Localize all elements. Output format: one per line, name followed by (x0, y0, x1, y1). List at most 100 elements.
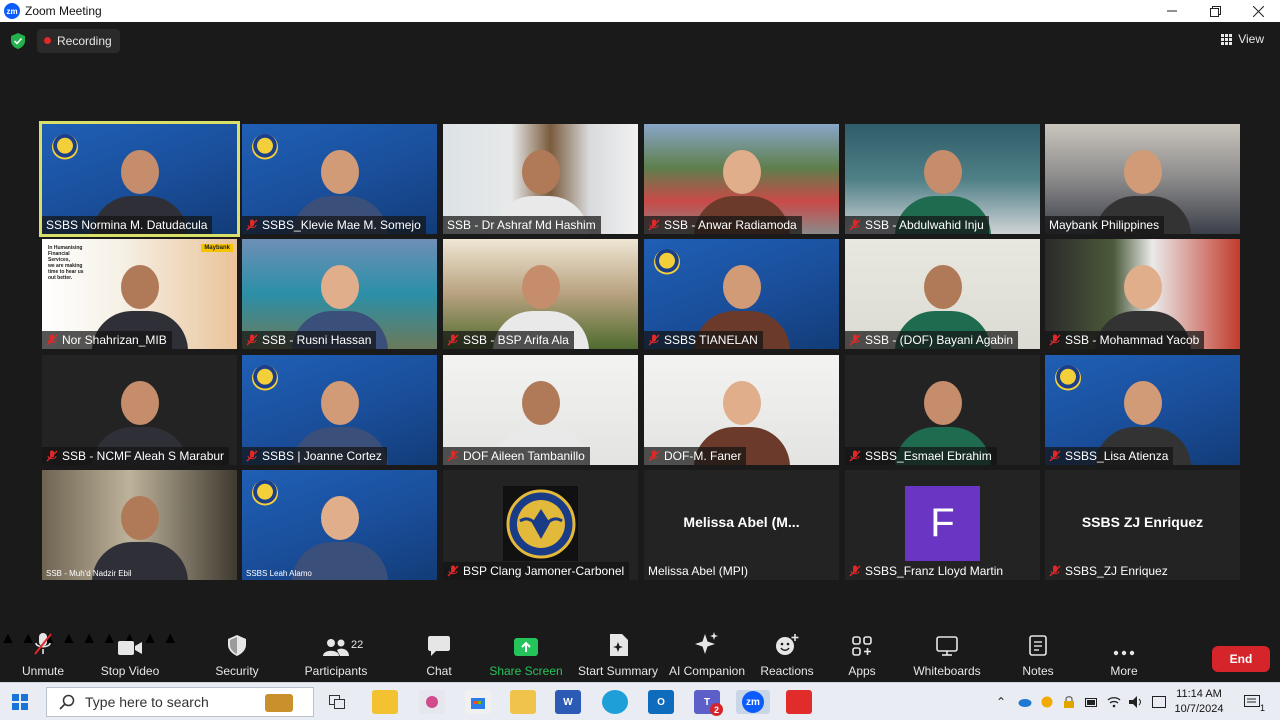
participant-name-label: SSBS_Klevie Mae M. Somejo (242, 216, 426, 234)
participant-name-label: SSBS_Esmael Ebrahim (845, 447, 997, 465)
participant-tile[interactable]: SSB - NCMF Aleah S Marabur (42, 355, 237, 465)
participant-name-label: Melissa Abel (MPI) (644, 562, 753, 580)
participant-tile[interactable]: DOF-M. Faner (644, 355, 839, 465)
participants-button[interactable]: Participants (304, 630, 368, 682)
muted-mic-icon (246, 450, 258, 462)
minimize-button[interactable] (1150, 0, 1194, 22)
grid-view-icon (1221, 33, 1233, 45)
participant-tile[interactable]: SSB - Mohammad Yacob (1045, 239, 1240, 349)
participant-tile[interactable]: BSP Clang Jamoner-Carbonel (443, 470, 638, 580)
participant-tile[interactable]: SSB - Muh'd Nadzir Ebil (42, 470, 237, 580)
audio-options-chevron-icon[interactable]: ▲ (0, 630, 16, 647)
notification-center-icon[interactable]: 1 (1243, 695, 1265, 713)
close-button[interactable] (1236, 0, 1280, 22)
onedrive-cloud-icon[interactable] (1018, 695, 1032, 709)
muted-mic-icon (447, 334, 459, 346)
ai-companion-button[interactable]: AI Companion (668, 630, 746, 682)
language-icon[interactable] (1152, 695, 1166, 709)
participant-name-label: SSBS Normina M. Datudacula (42, 216, 213, 234)
participant-tile[interactable]: SSB - Dr Ashraf Md Hashim (443, 124, 638, 234)
participant-name-label: BSP Clang Jamoner-Carbonel (443, 562, 630, 580)
participant-tile[interactable]: In Humanising Financial Services, we are ma… (42, 239, 237, 349)
sticky-notes-icon[interactable] (372, 690, 398, 714)
briefcase-icon (265, 694, 293, 712)
recording-indicator[interactable]: Recording (37, 29, 120, 53)
file-explorer-icon[interactable] (510, 690, 536, 714)
acrobat-icon[interactable] (786, 690, 812, 714)
participant-name: SSBS Normina M. Datudacula (46, 218, 208, 232)
stop-video-button[interactable]: Stop Video (98, 630, 162, 682)
whiteboards-button[interactable]: Whiteboards (912, 630, 982, 682)
participants-count: 22 (351, 639, 364, 651)
participant-tile[interactable]: Melissa Abel (M... Melissa Abel (MPI) (644, 470, 839, 580)
participants-icon (323, 639, 349, 656)
snipping-tool-icon[interactable] (419, 690, 445, 714)
wifi-icon[interactable] (1107, 695, 1121, 709)
apps-button[interactable]: Apps (842, 630, 882, 682)
word-icon[interactable]: W (555, 690, 581, 714)
bsp-seal-icon (503, 486, 578, 561)
participant-tile[interactable]: SSB - Rusni Hassan (242, 239, 437, 349)
vpn-lock-icon[interactable] (1062, 695, 1076, 709)
participant-tile[interactable]: SSBS Leah Alamo (242, 470, 437, 580)
participant-tile[interactable]: SSBS_Esmael Ebrahim (845, 355, 1040, 465)
taskbar-search-input[interactable]: Type here to search (46, 687, 314, 717)
zoom-logo-icon: zm (4, 3, 20, 19)
participant-avatar: F (905, 486, 980, 561)
windows-start-icon[interactable] (12, 694, 28, 710)
security-button[interactable]: Security (212, 630, 262, 682)
notes-chevron-icon[interactable]: ▲ (162, 630, 178, 647)
participant-tile[interactable]: SSBS ZJ Enriquez SSBS_ZJ Enriquez (1045, 470, 1240, 580)
participant-tile[interactable]: SSBS_Lisa Atienza (1045, 355, 1240, 465)
teams-icon[interactable]: T 2 (694, 690, 723, 716)
org-seal-icon (654, 249, 680, 275)
participant-tile[interactable]: F SSBS_Franz Lloyd Martin (845, 470, 1040, 580)
battery-icon[interactable] (1085, 695, 1099, 709)
participant-tile[interactable]: SSB - BSP Arifa Ala (443, 239, 638, 349)
participant-tile[interactable]: SSBS TIANELAN (644, 239, 839, 349)
participant-name-label: SSB - Muh'd Nadzir Ebil (42, 566, 137, 580)
participant-name: SSBS_ZJ Enriquez (1065, 564, 1168, 578)
muted-mic-icon (447, 450, 459, 462)
taskbar-clock[interactable]: 11:14 AM 10/7/2024 (1174, 687, 1224, 717)
participant-tile[interactable]: Maybank Philippines (1045, 124, 1240, 234)
muted-mic-icon (1049, 565, 1061, 577)
unmute-button[interactable]: Unmute (18, 630, 68, 682)
more-button[interactable]: More (1104, 630, 1144, 682)
clock-time: 11:14 AM (1176, 688, 1222, 700)
shield-check-icon[interactable] (11, 33, 25, 49)
participant-tile[interactable]: SSBS Normina M. Datudacula (39, 121, 240, 237)
participant-tile[interactable]: SSB - (DOF) Bayani Agabin (845, 239, 1040, 349)
participant-name: SSB - Muh'd Nadzir Ebil (46, 568, 132, 578)
edge-icon[interactable] (602, 690, 628, 714)
microsoft-store-icon[interactable] (465, 690, 491, 714)
participant-tile[interactable]: SSBS | Joanne Cortez (242, 355, 437, 465)
participant-tile[interactable]: SSB - Abdulwahid Inju (845, 124, 1040, 234)
chat-bubble-icon (428, 636, 450, 656)
end-meeting-button[interactable]: End (1212, 646, 1270, 672)
defender-icon[interactable] (1040, 695, 1054, 709)
participant-name-label: Nor Shahrizan_MIB (42, 331, 172, 349)
volume-icon[interactable] (1129, 695, 1143, 709)
chat-button[interactable]: Chat (418, 630, 460, 682)
restore-button[interactable] (1193, 0, 1237, 22)
share-options-chevron-icon[interactable]: ▲ (81, 630, 97, 647)
participant-tile[interactable]: DOF Aileen Tambanillo (443, 355, 638, 465)
participant-tile[interactable]: SSB - Anwar Radiamoda (644, 124, 839, 234)
view-button[interactable]: View (1221, 32, 1264, 46)
share-screen-icon (514, 638, 538, 656)
participant-tile[interactable]: SSBS_Klevie Mae M. Somejo (242, 124, 437, 234)
start-summary-button[interactable]: Start Summary (578, 630, 658, 682)
minimize-icon (1167, 10, 1177, 12)
zoom-taskbar-icon[interactable]: zm (736, 690, 770, 714)
reactions-button[interactable]: Reactions (760, 630, 814, 682)
participant-name: SSBS_Franz Lloyd Martin (865, 564, 1004, 578)
share-screen-button[interactable]: Share Screen (489, 630, 563, 682)
notes-button[interactable]: Notes (1018, 630, 1058, 682)
participant-name: SSBS_Klevie Mae M. Somejo (262, 218, 421, 232)
outlook-icon[interactable]: O (648, 690, 674, 714)
muted-mic-icon (648, 450, 660, 462)
show-hidden-icons-chevron-icon[interactable]: ⌃ (994, 695, 1008, 709)
task-view-icon[interactable] (324, 690, 350, 714)
ai-companion-label: AI Companion (668, 664, 746, 678)
